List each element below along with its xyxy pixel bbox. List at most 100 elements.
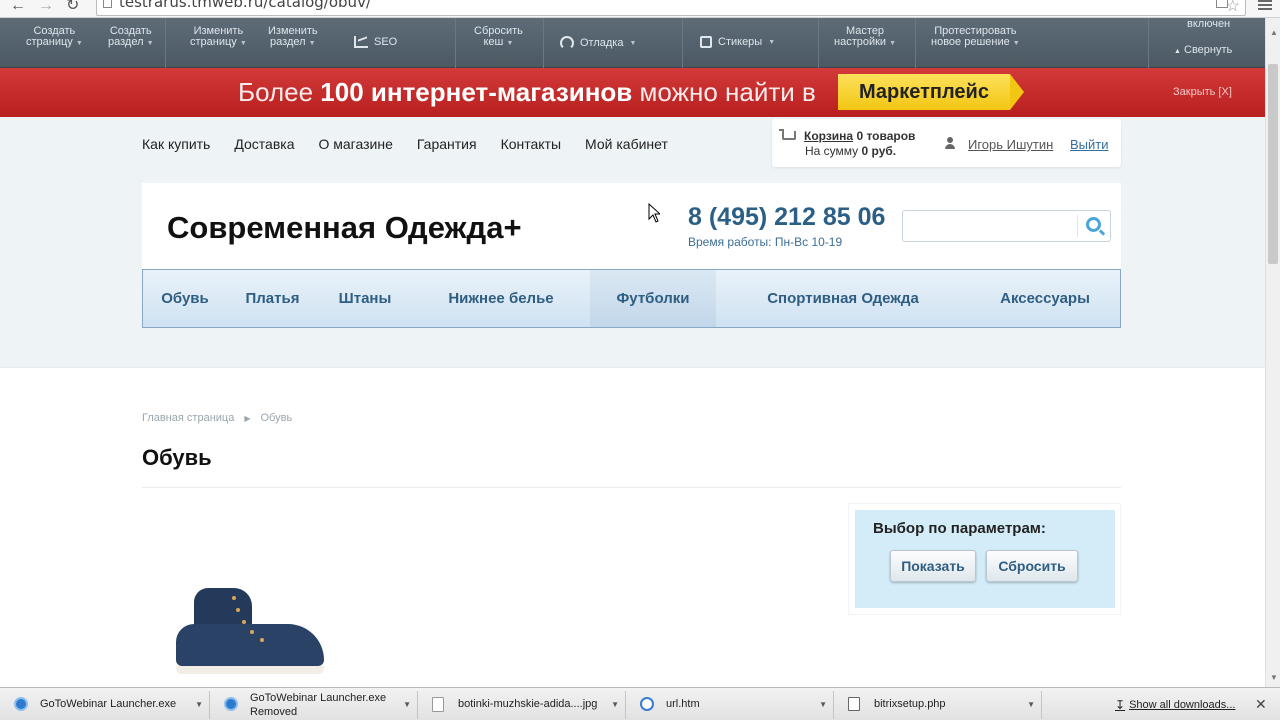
filter-title: Выбор по параметрам: (873, 520, 1046, 537)
nav-item-pants[interactable]: Штаны (318, 270, 412, 327)
image-file-icon (432, 697, 444, 712)
main-category-nav: Обувь Платья Штаны Нижнее белье Футболки… (142, 269, 1121, 328)
close-downloads-icon[interactable]: ✕ (1255, 696, 1267, 713)
download-item[interactable]: bitrixsetup.php ▼ (834, 691, 1042, 719)
top-link-about[interactable]: О магазине (318, 136, 392, 152)
nav-item-tshirts[interactable]: Футболки (590, 270, 716, 327)
scroll-up-icon[interactable]: ▲ (1270, 28, 1278, 37)
php-file-icon (848, 697, 860, 711)
search-icon[interactable] (1086, 217, 1101, 232)
back-icon[interactable]: ← (10, 0, 26, 14)
admin-create-page[interactable]: Создать страницу ▼ (26, 26, 83, 49)
admin-test-solution[interactable]: Протестировать новое решение ▼ (931, 26, 1020, 49)
admin-separator (915, 18, 916, 68)
nav-item-sportswear[interactable]: Спортивная Одежда (716, 270, 970, 327)
chevron-down-icon[interactable]: ▼ (819, 700, 827, 709)
chevron-down-icon[interactable]: ▼ (611, 700, 619, 709)
promo-banner[interactable]: Более 100 интернет-магазинов можно найти… (0, 68, 1265, 117)
chart-icon (354, 36, 368, 48)
scroll-down-icon[interactable]: ▼ (1270, 673, 1278, 682)
download-item[interactable]: url.htm ▼ (626, 691, 834, 719)
admin-create-section[interactable]: Создать раздел ▼ (108, 26, 154, 49)
banner-text-bold: 100 интернет-магазинов (320, 77, 633, 107)
search-box (902, 210, 1111, 242)
cart-count: 0 товаров (856, 129, 916, 143)
admin-debug[interactable]: Отладка ▼ (560, 36, 636, 50)
sticker-icon (700, 36, 712, 48)
chevron-down-icon: ▼ (629, 39, 637, 47)
admin-separator (1148, 18, 1149, 68)
address-text[interactable]: testrarus.tmweb.ru/catalog/obuv/ (119, 0, 371, 11)
product-image-boot[interactable] (172, 588, 328, 678)
browser-menu-icon[interactable] (1258, 0, 1272, 10)
top-link-warranty[interactable]: Гарантия (417, 136, 477, 152)
phone-number: 8 (495) 212 85 06 (688, 203, 886, 231)
banner-close-link[interactable]: Закрыть [X] (1173, 86, 1232, 98)
page-title: Обувь (142, 445, 212, 470)
admin-item-label: раздел (108, 36, 144, 48)
nav-item-dresses[interactable]: Платья (227, 270, 318, 327)
marketplace-button[interactable]: Маркетплейс (838, 74, 1024, 110)
admin-setup-wizard[interactable]: Мастер настройки ▼ (834, 26, 896, 49)
cart-sum-label: На сумму (805, 144, 859, 158)
show-all-downloads-link[interactable]: ↧ Show all downloads... (1115, 698, 1235, 712)
chevron-down-icon[interactable]: ▼ (1027, 700, 1035, 709)
admin-edit-section[interactable]: Изменить раздел ▼ (268, 26, 318, 49)
banner-text-prefix: Более (238, 77, 314, 107)
cart-icon (779, 129, 796, 140)
breadcrumb-current: Обувь (260, 412, 293, 424)
admin-stickers[interactable]: Стикеры ▼ (700, 36, 775, 48)
download-name: bitrixsetup.php (874, 698, 946, 710)
boot-lace (232, 596, 236, 600)
scroll-thumb[interactable] (1268, 64, 1278, 264)
admin-item-label: настройки (834, 36, 887, 48)
chevron-down-icon: ▼ (75, 40, 83, 47)
admin-separator (818, 18, 819, 68)
address-bar[interactable]: testrarus.tmweb.ru/catalog/obuv/ (96, 0, 1246, 16)
forward-icon[interactable]: → (38, 0, 54, 14)
gauge-icon (560, 36, 574, 50)
download-name: GoToWebinar Launcher.exe (250, 692, 387, 704)
cart-link[interactable]: Корзина (804, 129, 853, 143)
filter-reset-button[interactable]: Сбросить (986, 550, 1078, 582)
admin-item-label: страницу (190, 36, 237, 48)
user-icon (944, 137, 956, 149)
mouse-cursor-icon (648, 203, 660, 223)
top-link-delivery[interactable]: Доставка (234, 136, 294, 152)
logout-link[interactable]: Выйти (1070, 137, 1109, 152)
gotowebinar-icon (224, 697, 238, 711)
admin-item-label: новое решение (931, 36, 1010, 48)
chevron-down-icon[interactable]: ▼ (195, 700, 203, 709)
admin-separator (455, 18, 456, 68)
site-logo-title[interactable]: Современная Одежда+ (167, 210, 522, 246)
ie-file-icon (640, 697, 654, 711)
chevron-down-icon: ▼ (1012, 40, 1020, 47)
breadcrumb-home[interactable]: Главная страница (142, 412, 234, 424)
download-item[interactable]: botinki-muzhskie-adida....jpg ▼ (418, 691, 626, 719)
top-link-contacts[interactable]: Контакты (501, 136, 561, 152)
chevron-down-icon: ▼ (768, 38, 776, 46)
admin-collapse-label: Свернуть (1184, 44, 1233, 56)
admin-edit-page[interactable]: Изменить страницу ▼ (190, 26, 247, 49)
download-item[interactable]: GoToWebinar Launcher.exe Removed ▼ (210, 691, 418, 719)
search-input[interactable] (904, 212, 1076, 240)
admin-clear-cache[interactable]: Сбросить кеш ▼ (474, 26, 523, 49)
nav-item-accessories[interactable]: Аксессуары (970, 270, 1120, 327)
vertical-scrollbar[interactable]: ▲ ▼ (1265, 18, 1280, 687)
download-arrow-icon: ↧ (1115, 698, 1126, 712)
chevron-down-icon[interactable]: ▼ (403, 700, 411, 709)
admin-separator (165, 18, 166, 68)
admin-seo[interactable]: SEO (354, 36, 397, 48)
reload-icon[interactable]: ↻ (66, 0, 79, 14)
top-link-how-to-buy[interactable]: Как купить (142, 136, 210, 152)
nav-item-underwear[interactable]: Нижнее белье (412, 270, 590, 327)
user-profile-link[interactable]: Игорь Ишутин (968, 137, 1053, 152)
admin-collapse-button[interactable]: ▲ Свернуть (1174, 44, 1232, 56)
top-link-account[interactable]: Мой кабинет (585, 136, 668, 152)
nav-item-shoes[interactable]: Обувь (143, 270, 227, 327)
filter-show-button[interactable]: Показать (890, 550, 976, 582)
download-item[interactable]: GoToWebinar Launcher.exe ▼ (0, 691, 210, 719)
bookmark-star-icon[interactable]: ☆ (1226, 0, 1240, 16)
downloads-bar: GoToWebinar Launcher.exe ▼ GoToWebinar L… (0, 687, 1280, 720)
boot-lace (236, 608, 240, 612)
